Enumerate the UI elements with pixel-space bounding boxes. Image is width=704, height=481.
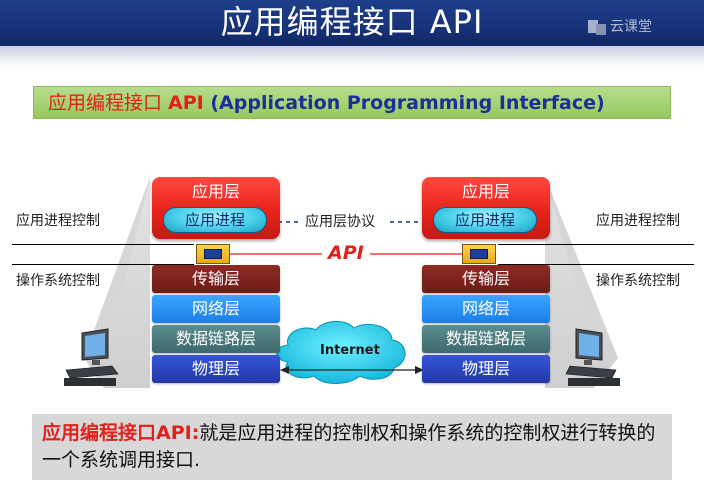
definition-term: 应用编程接口API: bbox=[42, 422, 200, 444]
boundary-line-top-right bbox=[544, 244, 694, 245]
right-app-process: 应用进程 bbox=[433, 207, 537, 233]
right-api-connector-icon bbox=[462, 244, 496, 264]
left-datalink-layer: 数据链路层 bbox=[152, 325, 280, 353]
right-app-layer: 应用层 应用进程 bbox=[422, 177, 550, 239]
diagram-graphics bbox=[64, 177, 620, 388]
left-api-connector-icon bbox=[196, 244, 230, 264]
left-app-process: 应用进程 bbox=[163, 207, 267, 233]
internet-label: Internet bbox=[320, 343, 380, 358]
right-process-control-label: 应用进程控制 bbox=[596, 213, 680, 229]
left-physical-layer: 物理层 bbox=[152, 355, 280, 383]
left-app-layer: 应用层 应用进程 bbox=[152, 177, 280, 239]
right-network-layer: 网络层 bbox=[422, 295, 550, 323]
right-physical-layer: 物理层 bbox=[422, 355, 550, 383]
boundary-line-bottom-left bbox=[12, 264, 132, 265]
right-os-control-label: 操作系统控制 bbox=[596, 273, 680, 289]
boundary-line-top-mid-left bbox=[132, 244, 194, 245]
left-network-layer: 网络层 bbox=[152, 295, 280, 323]
left-process-control-label: 应用进程控制 bbox=[16, 213, 100, 229]
boundary-line-bottom-right bbox=[544, 264, 694, 265]
boundary-line-top-left bbox=[12, 244, 132, 245]
api-label: API bbox=[328, 242, 364, 264]
boundary-line-top-mid-right bbox=[498, 244, 544, 245]
definition-box: 应用编程接口API:就是应用进程的控制权和操作系统的控制权进行转换的一个系统调用… bbox=[32, 414, 672, 480]
right-datalink-layer: 数据链路层 bbox=[422, 325, 550, 353]
protocol-label: 应用层协议 bbox=[305, 214, 375, 230]
left-transport-layer: 传输层 bbox=[152, 265, 280, 293]
left-os-control-label: 操作系统控制 bbox=[16, 273, 100, 289]
right-transport-layer: 传输层 bbox=[422, 265, 550, 293]
